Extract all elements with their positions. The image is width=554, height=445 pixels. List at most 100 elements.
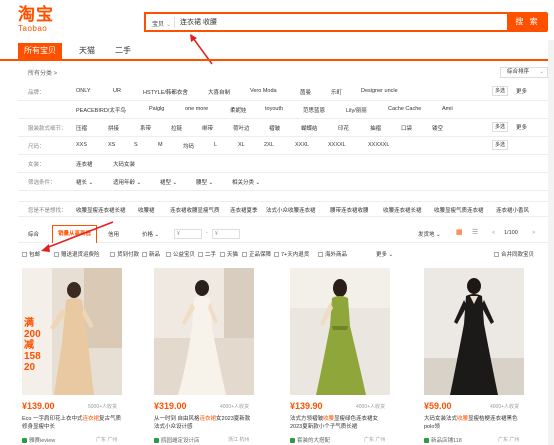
product-title[interactable]: 大码女装法式收腰显瘦桔梗连衣裙黑色polo领 xyxy=(424,415,524,431)
related-link[interactable]: 连衣裙小香风 xyxy=(496,206,529,214)
related-link[interactable]: 腰带连衣裙收腰 xyxy=(330,206,369,214)
related-link[interactable]: 连衣裙收腰显瘦气质 xyxy=(170,206,220,214)
taobao-logo[interactable]: 淘宝 Taobao xyxy=(18,6,54,34)
attr-value[interactable]: XS xyxy=(108,142,115,148)
condition-dropdown[interactable]: 腰型 ⌄ xyxy=(196,178,213,186)
condition-dropdown[interactable]: 裙长 ⌄ xyxy=(76,178,93,186)
related-link[interactable]: 收腰显瘦气质连衣裙 xyxy=(434,206,484,214)
filter-checkbox[interactable]: 海外商品 xyxy=(318,250,347,258)
filter-checkbox[interactable]: 7+天内退货 xyxy=(274,250,309,258)
product-card[interactable]: ¥139.90 4000+人收货 法式方领褶皱收腰显瘦绿色连衣裙女2023夏新款… xyxy=(290,268,390,444)
attr-value[interactable]: 乐町 xyxy=(331,88,342,96)
attr-value[interactable]: ONLY xyxy=(76,88,91,94)
multi-select-button[interactable]: 多选 xyxy=(492,86,508,96)
sort-select[interactable]: 综合排序 ⌄ xyxy=(500,67,548,78)
product-image[interactable] xyxy=(154,268,254,395)
attr-value[interactable]: 拼接 xyxy=(108,124,119,132)
more-button[interactable]: 更多 xyxy=(516,87,527,95)
attr-value[interactable]: 大喜自制 xyxy=(208,88,230,96)
attr-value[interactable]: 茵曼 xyxy=(300,88,311,96)
shop-link[interactable]: 新品店铺118 xyxy=(424,436,462,444)
page-scrollbar[interactable] xyxy=(548,40,554,445)
attr-value[interactable]: 蝴蝶结 xyxy=(301,124,318,132)
search-category-select[interactable]: 宝贝 ⌄ xyxy=(152,19,171,28)
tab-all-items[interactable]: 所有宝贝 xyxy=(18,43,62,59)
product-image[interactable]: 满 200 减 158 20 xyxy=(22,268,122,395)
attr-value[interactable]: 口袋 xyxy=(401,124,412,132)
price-max-input[interactable]: ¥ xyxy=(212,229,240,239)
attr-value[interactable]: M xyxy=(158,142,163,148)
price-min-input[interactable]: ¥ xyxy=(174,229,202,239)
condition-dropdown[interactable]: 相关分类 ⌄ xyxy=(232,178,260,186)
breadcrumb[interactable]: 所有分类 > xyxy=(28,68,57,77)
attr-value[interactable]: XXS xyxy=(76,142,87,148)
condition-dropdown[interactable]: 适用年龄 ⌄ xyxy=(113,178,141,186)
attr-value[interactable]: Designer uncle xyxy=(361,88,398,94)
related-link[interactable]: 收腰裙 xyxy=(138,206,155,214)
attr-value[interactable]: S xyxy=(134,142,138,148)
attr-value[interactable]: one more xyxy=(185,106,208,112)
filter-checkbox[interactable]: 正品保障 xyxy=(242,250,271,258)
attr-value[interactable]: XL xyxy=(238,142,245,148)
attr-value[interactable]: Palglg xyxy=(149,106,164,112)
attr-value[interactable]: 拉链 xyxy=(171,124,182,132)
shop-link[interactable]: 鸥园雌定设计店 xyxy=(154,436,200,444)
sort-price[interactable]: 价格 ⌄ xyxy=(142,230,159,238)
ship-location-select[interactable]: 发货地 ⌄ xyxy=(418,230,441,238)
attr-value[interactable]: UR xyxy=(113,88,121,94)
tab-tmall[interactable]: 天猫 xyxy=(72,43,102,59)
product-card[interactable]: 满 200 减 158 20 ¥139.00 5000+人收货 Eco 一字肩印… xyxy=(22,268,122,444)
grid-view-icon[interactable]: ▦ xyxy=(456,228,463,236)
attr-value[interactable]: 均码 xyxy=(183,142,194,150)
attr-value[interactable]: toyouth xyxy=(265,106,283,112)
filters-more-button[interactable]: 更多 ⌄ xyxy=(376,250,393,258)
attr-value[interactable]: 印花 xyxy=(338,124,349,132)
attr-value[interactable]: 绑带 xyxy=(202,124,213,132)
search-input[interactable] xyxy=(180,16,480,28)
attr-value[interactable]: 镂空 xyxy=(432,124,443,132)
attr-value[interactable]: 压褶 xyxy=(76,124,87,132)
attr-value[interactable]: Lily/丽丽 xyxy=(346,106,367,114)
attr-value[interactable]: Amii xyxy=(442,106,453,112)
attr-value[interactable]: XXXXXL xyxy=(368,142,389,148)
attr-value[interactable]: L xyxy=(214,142,217,148)
attr-value[interactable]: XXXXL xyxy=(328,142,346,148)
product-image[interactable] xyxy=(290,268,390,395)
product-image[interactable] xyxy=(424,268,524,395)
attr-value[interactable]: 荷叶边 xyxy=(233,124,250,132)
filter-checkbox[interactable]: 天猫 xyxy=(220,250,238,258)
attr-value[interactable]: PEACEBIRD/太平鸟 xyxy=(76,106,126,114)
filter-checkbox[interactable]: 二手 xyxy=(198,250,216,258)
product-card[interactable]: ¥319.00 4000+人收货 从一时到 自由风格连衣裙女2023夏新款法式小… xyxy=(154,268,254,444)
filter-checkbox[interactable]: 货到付款 xyxy=(110,250,139,258)
attr-value[interactable]: 2XL xyxy=(264,142,274,148)
related-link[interactable]: 收腰显瘦连衣裙长裙 xyxy=(76,206,126,214)
related-link[interactable]: 收腰连衣裙长裙 xyxy=(383,206,422,214)
product-title[interactable]: Eco 一字肩印花上衣中式连衣裙复古气质修身显瘦中长 xyxy=(22,415,122,431)
more-button[interactable]: 更多 xyxy=(516,123,527,131)
attr-value[interactable]: HSTYLE/韩都衣舍 xyxy=(143,88,188,96)
attr-value[interactable]: 抽褶 xyxy=(370,124,381,132)
filter-checkbox[interactable]: 新品 xyxy=(142,250,160,258)
shop-link[interactable]: 套装的大搭配 xyxy=(290,436,330,444)
attr-value[interactable]: Cache Cache xyxy=(388,106,421,112)
attr-value[interactable]: 褶皱 xyxy=(269,124,280,132)
list-view-icon[interactable]: ☰ xyxy=(472,228,478,236)
multi-select-button[interactable]: 多选 xyxy=(492,122,508,132)
shop-link[interactable]: 雅赛ieview xyxy=(22,436,55,444)
product-title[interactable]: 从一时到 自由风格连衣裙女2023夏新款法式小众设计感 xyxy=(154,415,254,431)
attr-value[interactable]: Vero Moda xyxy=(250,88,277,94)
filter-checkbox[interactable]: 包邮 xyxy=(22,250,40,258)
attr-value[interactable]: 连衣裙 xyxy=(76,160,93,168)
product-card[interactable]: ¥59.00 4000+人收货 大码女装法式收腰显瘦桔梗连衣裙黑色polo领 新… xyxy=(424,268,524,444)
attr-value[interactable]: 柔妮娃 xyxy=(230,106,247,114)
prev-page-icon[interactable]: < xyxy=(492,230,495,236)
next-page-icon[interactable]: > xyxy=(532,230,535,236)
attr-value[interactable]: 系带 xyxy=(140,124,151,132)
multi-select-button[interactable]: 多选 xyxy=(492,140,508,150)
filter-checkbox[interactable]: 合并同款宝贝 xyxy=(494,250,534,258)
related-link[interactable]: 连衣裙夏季 xyxy=(230,206,258,214)
filter-checkbox[interactable]: 公益宝贝 xyxy=(166,250,195,258)
attr-value[interactable]: XXXL xyxy=(295,142,309,148)
product-title[interactable]: 法式方领褶皱收腰显瘦绿色连衣裙女2023夏新款小个子气质长裙 xyxy=(290,415,390,431)
